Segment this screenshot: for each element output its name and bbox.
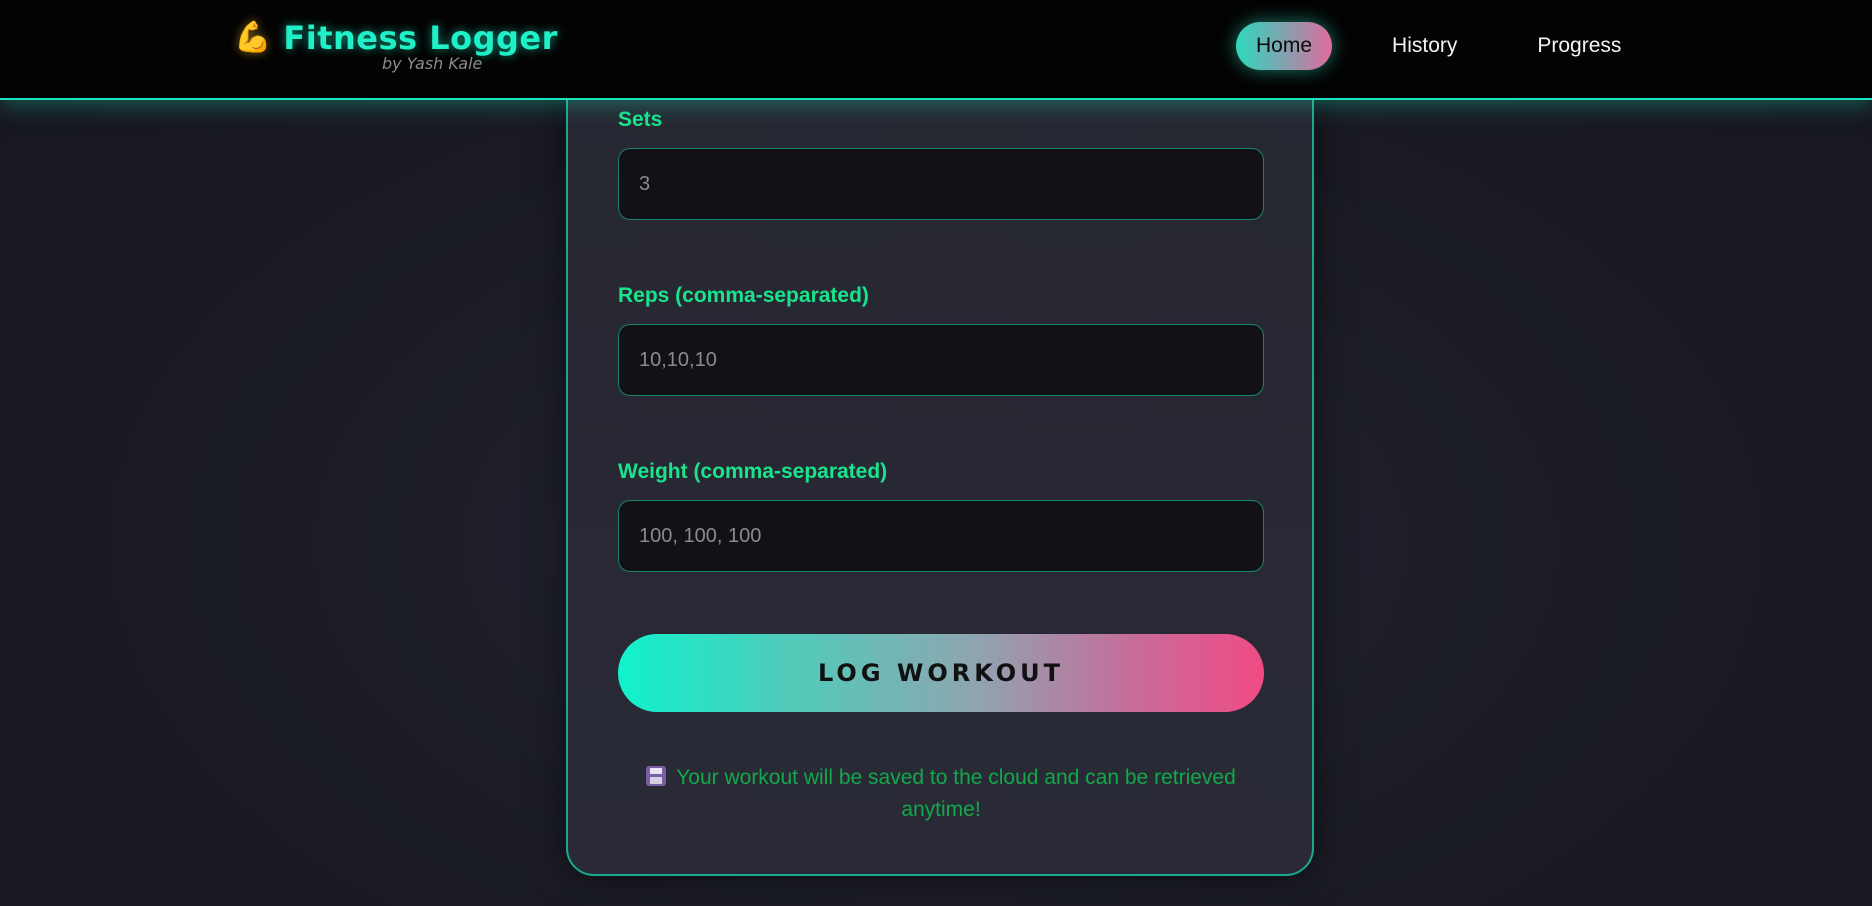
sets-label: Sets <box>618 108 663 131</box>
reps-label: Reps (comma-separated) <box>618 284 869 307</box>
app-subtitle: by Yash Kale <box>382 54 483 73</box>
log-workout-button[interactable]: LOG WORKOUT <box>618 634 1264 712</box>
top-navbar: 💪 Fitness Logger by Yash Kale Home Histo… <box>0 0 1872 100</box>
floppy-disk-icon <box>646 766 667 786</box>
save-note-text: Your workout will be saved to the cloud … <box>676 766 1236 821</box>
app-title: Fitness Logger <box>283 19 558 57</box>
flexed-biceps-icon: 💪 <box>234 20 272 55</box>
workout-form-card: Sets Reps (comma-separated) Weight (comm… <box>566 40 1314 876</box>
brand[interactable]: 💪 Fitness Logger by Yash Kale <box>234 18 558 73</box>
nav-history-link[interactable]: History <box>1372 22 1477 70</box>
save-note: Your workout will be saved to the cloud … <box>618 762 1264 826</box>
main-nav: Home History Progress <box>1236 22 1641 70</box>
reps-input[interactable] <box>618 324 1264 396</box>
nav-progress-link[interactable]: Progress <box>1517 22 1641 70</box>
weight-label: Weight (comma-separated) <box>618 460 888 483</box>
weight-input[interactable] <box>618 500 1264 572</box>
sets-input[interactable] <box>618 148 1264 220</box>
nav-home-link[interactable]: Home <box>1236 22 1333 70</box>
